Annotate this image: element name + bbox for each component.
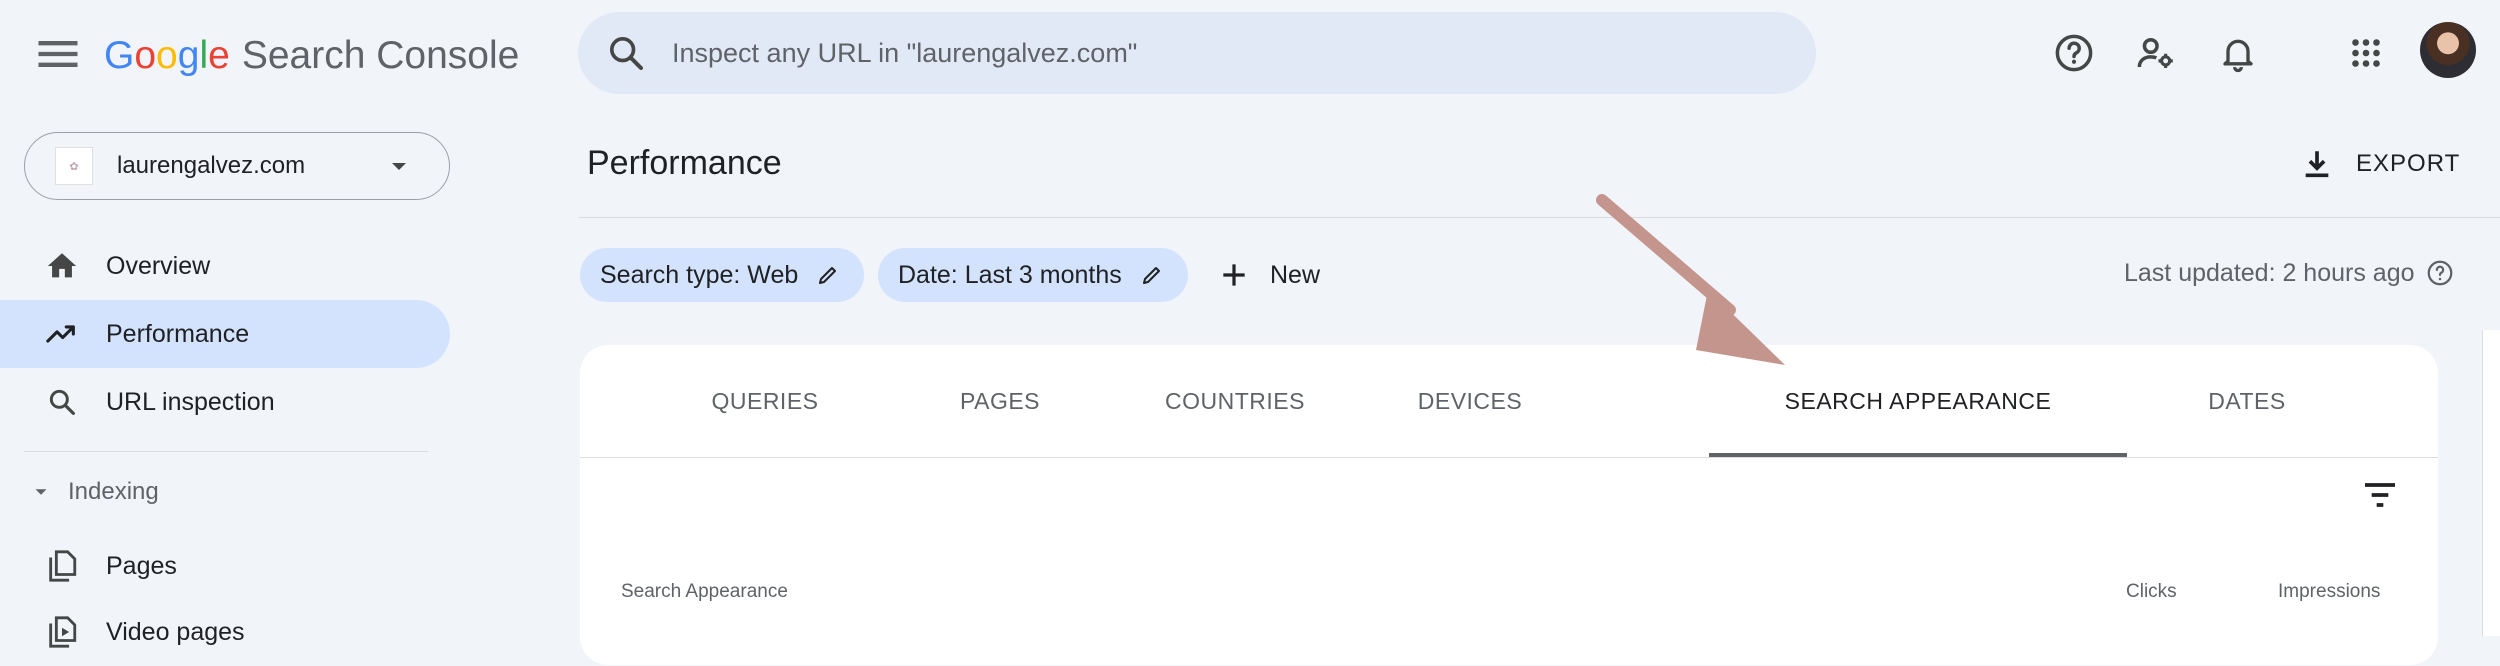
- sidebar-item-video-pages[interactable]: Video pages: [0, 598, 450, 666]
- date-range-chip[interactable]: Date: Last 3 months: [878, 248, 1188, 302]
- property-selector[interactable]: ✿ laurengalvez.com: [24, 132, 450, 200]
- manage-users-icon: [2137, 37, 2173, 69]
- apps-grid-icon: [2352, 39, 2380, 67]
- edit-pencil-icon: [1142, 267, 1160, 284]
- property-favicon-icon: ✿: [55, 147, 93, 185]
- trending-up-icon: [42, 314, 82, 354]
- product-name: Search Console: [241, 34, 520, 77]
- column-header-clicks[interactable]: Clicks: [2126, 581, 2177, 603]
- header-divider: [578, 217, 2500, 218]
- plus-icon: [1223, 264, 1245, 286]
- main-menu-button[interactable]: [32, 28, 84, 80]
- filter-rows-button[interactable]: [2360, 475, 2400, 515]
- scroll-edge: [2482, 330, 2500, 636]
- account-avatar[interactable]: [2420, 22, 2476, 78]
- help-button[interactable]: [2046, 25, 2102, 81]
- search-type-chip[interactable]: Search type: Web: [580, 248, 864, 302]
- last-updated-status: Last updated: 2 hours ago: [2124, 258, 2455, 288]
- page-title: Performance: [587, 144, 782, 182]
- hamburger-menu-icon: [38, 41, 78, 67]
- property-name: laurengalvez.com: [117, 152, 306, 179]
- tab-countries[interactable]: COUNTRIES: [1120, 345, 1350, 457]
- google-apps-button[interactable]: [2338, 25, 2394, 81]
- sidebar-divider: [24, 451, 428, 452]
- column-header-impressions[interactable]: Impressions: [2278, 581, 2380, 603]
- search-console-logo[interactable]: Google Search Console: [104, 28, 519, 84]
- export-button[interactable]: EXPORT: [2300, 142, 2460, 186]
- notifications-button[interactable]: [2210, 25, 2266, 81]
- sidebar-item-performance[interactable]: Performance: [0, 300, 450, 368]
- tab-queries[interactable]: QUERIES: [650, 345, 880, 457]
- help-icon[interactable]: [2425, 258, 2455, 288]
- dimension-tab-bar: QUERIES PAGES COUNTRIES DEVICES SEARCH A…: [580, 345, 2438, 458]
- edit-pencil-icon: [819, 267, 837, 284]
- tab-pages[interactable]: PAGES: [900, 345, 1100, 457]
- url-inspection-search[interactable]: Inspect any URL in "laurengalvez.com": [578, 12, 1816, 94]
- help-icon: [2055, 34, 2093, 72]
- new-filter-button[interactable]: New: [1218, 255, 1320, 295]
- search-icon: [610, 37, 643, 70]
- video-pages-icon: [42, 612, 82, 652]
- tab-dates[interactable]: DATES: [2147, 345, 2347, 457]
- active-tab-indicator: [1709, 453, 2127, 457]
- pages-icon: [42, 546, 82, 586]
- home-icon: [42, 246, 82, 286]
- manage-users-button[interactable]: [2128, 25, 2184, 81]
- sidebar-section-indexing[interactable]: Indexing: [30, 478, 159, 506]
- search-input[interactable]: Inspect any URL in "laurengalvez.com": [672, 38, 1137, 69]
- sidebar-item-url-inspection[interactable]: URL inspection: [0, 368, 450, 436]
- annotation-arrow: [1596, 194, 1785, 365]
- collapse-caret-icon: [35, 489, 47, 495]
- download-icon: [2305, 151, 2329, 178]
- sidebar-item-overview[interactable]: Overview: [0, 232, 450, 300]
- notifications-icon: [2223, 39, 2253, 73]
- filter-list-icon: [2365, 483, 2395, 507]
- results-card: QUERIES PAGES COUNTRIES DEVICES SEARCH A…: [580, 345, 2438, 665]
- sidebar-item-pages[interactable]: Pages: [0, 532, 450, 600]
- search-icon: [42, 382, 82, 422]
- column-header-search-appearance[interactable]: Search Appearance: [621, 581, 788, 603]
- dropdown-caret-icon: [392, 163, 406, 170]
- tab-devices[interactable]: DEVICES: [1370, 345, 1570, 457]
